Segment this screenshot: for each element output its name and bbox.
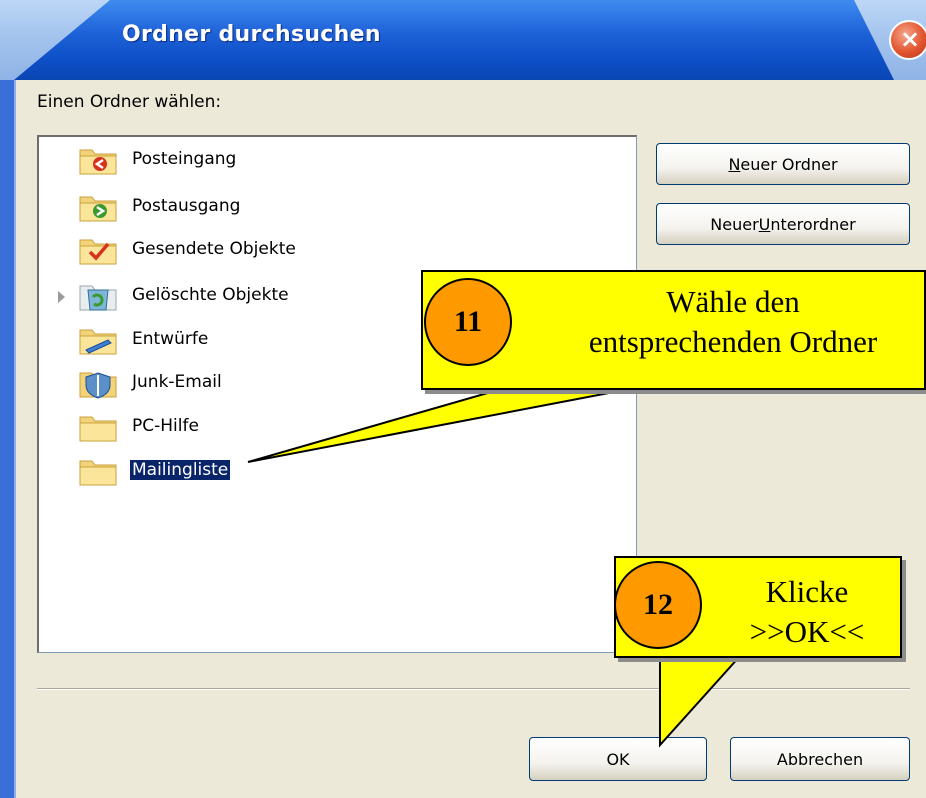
callout-pointer-12: [659, 655, 743, 748]
step-badge-11: 11: [424, 278, 512, 366]
callout-11-line1: Wähle den: [666, 284, 800, 319]
callout-pointer-11: [247, 387, 636, 463]
callout-12-line2: >>OK<<: [749, 614, 865, 649]
callout-11-line2: entsprechenden Ordner: [588, 324, 878, 359]
callout-pointers: [247, 387, 743, 748]
callout-12-line1: Klicke: [765, 574, 849, 609]
step-badge-12: 12: [614, 561, 702, 649]
